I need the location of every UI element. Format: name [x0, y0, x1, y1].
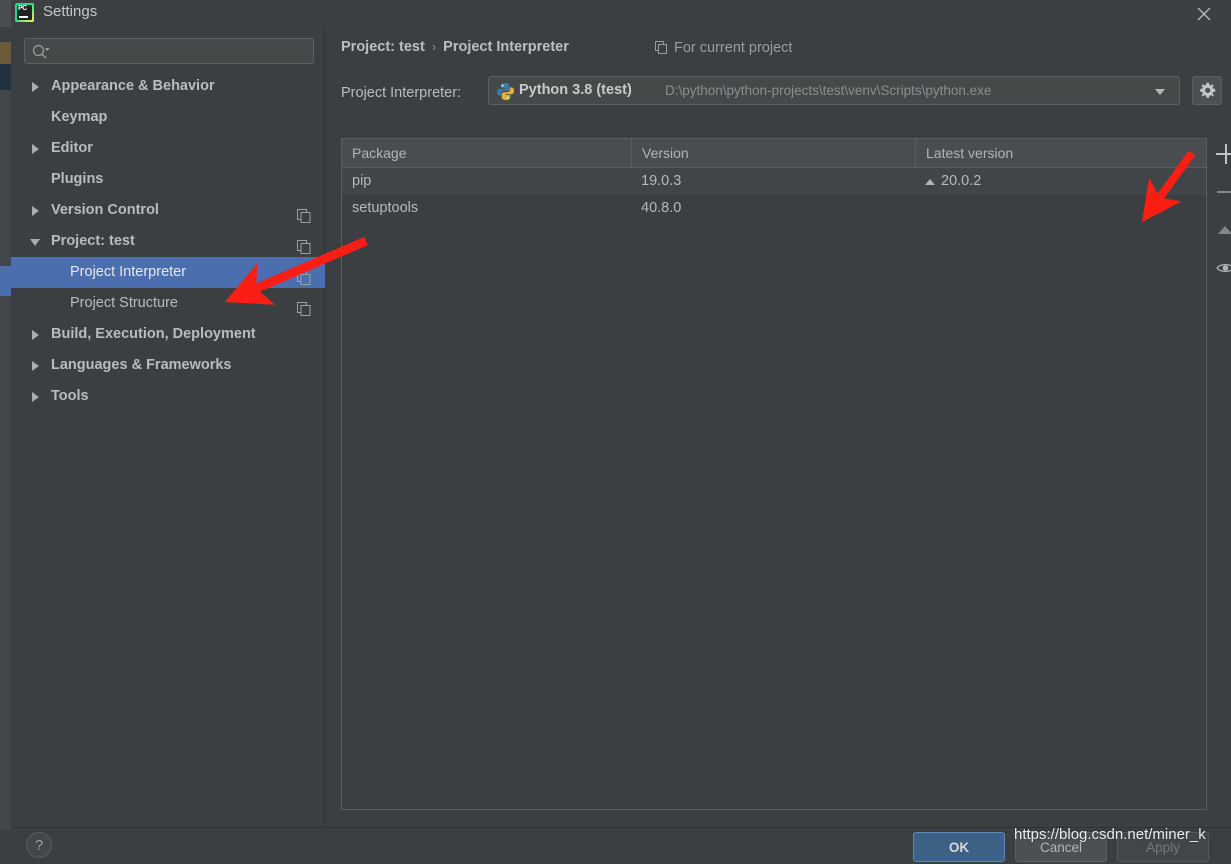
help-button[interactable]: ? [26, 832, 52, 858]
chevron-down-icon[interactable] [1155, 89, 1165, 95]
column-header-package[interactable]: Package [342, 139, 631, 167]
packages-table-header: Package Version Latest version [342, 139, 1206, 168]
apply-button[interactable]: Apply [1117, 832, 1209, 862]
sidebar-item-tools[interactable]: Tools [11, 381, 325, 412]
table-row[interactable]: setuptools 40.8.0 [342, 195, 1206, 222]
sidebar-item-editor[interactable]: Editor [11, 133, 325, 164]
ok-button[interactable]: OK [913, 832, 1005, 862]
backdrop-tab [0, 42, 11, 64]
chevron-right-icon[interactable] [32, 144, 39, 154]
search-input[interactable] [57, 39, 311, 65]
sidebar-item-build-execution-deployment[interactable]: Build, Execution, Deployment [11, 319, 325, 350]
settings-content: Project: test › Project Interpreter For cu… [325, 27, 1231, 827]
cell-latest-version: 20.0.2 [941, 173, 982, 189]
ide-backdrop-strip [0, 0, 11, 861]
sidebar-item-label: Tools [51, 388, 89, 404]
sidebar-item-label: Build, Execution, Deployment [51, 326, 256, 342]
cell-version: 19.0.3 [641, 173, 682, 189]
packages-toolbar [1209, 138, 1231, 308]
interpreter-settings-button[interactable] [1192, 76, 1222, 105]
upgrade-package-button[interactable] [1209, 214, 1231, 247]
backdrop-toolbar [0, 0, 11, 27]
sidebar-item-label: Languages & Frameworks [51, 357, 232, 373]
cell-package: pip [352, 173, 372, 189]
sidebar-item-label: Project Interpreter [70, 264, 187, 280]
chevron-right-icon[interactable] [32, 82, 39, 92]
sidebar-item-project-structure[interactable]: Project Structure [11, 288, 325, 319]
plus-icon [1216, 144, 1231, 164]
chevron-down-icon[interactable] [30, 239, 40, 246]
sidebar-item-label: Keymap [51, 109, 108, 125]
backdrop-selection [0, 266, 11, 296]
settings-sidebar: Appearance & Behavior Keymap Editor Plugins… [11, 27, 325, 827]
sidebar-item-label: Project Structure [70, 295, 178, 311]
interpreter-combobox[interactable]: Python 3.8 (test) D:\python\python-proje… [488, 76, 1180, 105]
dialog-footer: ? OK Cancel Apply [11, 827, 1231, 862]
interpreter-path: D:\python\python-projects\test\venv\Scri… [665, 83, 992, 98]
packages-table-body: pip 19.0.3 20.0.2 setuptools 40.8.0 [342, 168, 1206, 222]
dialog-title: Settings [43, 3, 98, 20]
packages-table: Package Version Latest version pip 19.0.3… [341, 138, 1207, 810]
sidebar-item-project-interpreter[interactable]: Project Interpreter [11, 257, 325, 288]
cell-version: 40.8.0 [641, 200, 682, 216]
copy-icon [655, 41, 668, 58]
settings-tree: Appearance & Behavior Keymap Editor Plugins… [11, 71, 325, 412]
sidebar-item-plugins[interactable]: Plugins [11, 164, 325, 195]
sidebar-item-version-control[interactable]: Version Control [11, 195, 325, 226]
for-current-project-text: For current project [674, 40, 793, 56]
chevron-right-icon[interactable] [32, 392, 39, 402]
settings-dialog: PC Settings Appearance & Behavior Keymap E… [11, 0, 1231, 862]
sidebar-item-project-test[interactable]: Project: test [11, 226, 325, 257]
close-icon[interactable] [1185, 0, 1223, 27]
sidebar-item-label: Version Control [51, 202, 159, 218]
python-icon [496, 82, 515, 104]
breadcrumb-current: Project Interpreter [443, 39, 569, 55]
show-early-releases-button[interactable] [1209, 252, 1231, 285]
breadcrumb: Project: test › Project Interpreter [341, 39, 569, 55]
dialog-titlebar: PC Settings [11, 0, 1231, 27]
column-header-latest-version[interactable]: Latest version [915, 139, 1206, 167]
breadcrumb-parent[interactable]: Project: test [341, 39, 425, 55]
uninstall-package-button[interactable] [1209, 176, 1231, 209]
install-package-button[interactable] [1209, 138, 1231, 171]
search-field[interactable] [24, 38, 314, 65]
sidebar-item-label: Editor [51, 140, 93, 156]
minus-icon [1216, 182, 1231, 202]
sidebar-item-label: Project: test [51, 233, 135, 249]
cancel-button[interactable]: Cancel [1015, 832, 1107, 862]
chevron-right-icon[interactable] [32, 330, 39, 340]
interpreter-name: Python 3.8 (test) [519, 82, 632, 98]
backdrop-statusbar [0, 830, 11, 861]
interpreter-label: Project Interpreter: [341, 85, 462, 101]
chevron-right-icon[interactable] [32, 206, 39, 216]
column-header-version[interactable]: Version [631, 139, 915, 167]
eye-icon [1216, 261, 1231, 278]
search-icon [32, 44, 50, 62]
arrow-up-icon [1218, 226, 1231, 234]
table-row[interactable]: pip 19.0.3 20.0.2 [342, 168, 1206, 195]
for-current-project-label: For current project [655, 40, 792, 58]
sidebar-item-label: Appearance & Behavior [51, 78, 215, 94]
sidebar-item-keymap[interactable]: Keymap [11, 102, 325, 133]
pycharm-icon: PC [15, 3, 34, 22]
cell-latest-version [915, 195, 1206, 222]
sidebar-item-languages-frameworks[interactable]: Languages & Frameworks [11, 350, 325, 381]
sidebar-item-label: Plugins [51, 171, 104, 187]
breadcrumb-separator-icon: › [431, 39, 437, 54]
cell-package: setuptools [352, 200, 419, 216]
sidebar-item-appearance-behavior[interactable]: Appearance & Behavior [11, 71, 325, 102]
chevron-right-icon[interactable] [32, 361, 39, 371]
backdrop-body [0, 90, 11, 830]
backdrop-editor [0, 64, 11, 90]
